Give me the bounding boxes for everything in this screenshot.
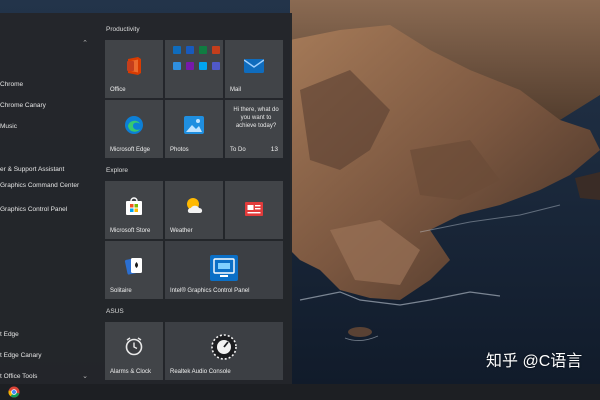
group-header-productivity[interactable]: Productivity	[106, 25, 140, 34]
weather-icon	[187, 198, 203, 213]
office-icon	[127, 57, 141, 75]
word-icon	[186, 46, 194, 54]
tile-realtek-audio-console[interactable]: Realtek Audio Console	[165, 322, 283, 380]
app-list-item-chrome[interactable]: Chrome	[0, 78, 98, 92]
outlook-icon	[173, 46, 181, 54]
tile-label-intel-graphics: Intel® Graphics Control Panel	[170, 288, 250, 294]
app-list-item-chrome-canary[interactable]: Chrome Canary	[0, 99, 98, 113]
tile-label-microsoft-store: Microsoft Store	[110, 228, 151, 234]
tile-news[interactable]	[225, 181, 283, 239]
tile-label-solitaire: Solitaire	[110, 288, 132, 294]
teams-icon	[212, 62, 220, 70]
app-list-item-music[interactable]: Music	[0, 120, 98, 134]
tile-label-mail: Mail	[230, 87, 242, 93]
tile-alarms-clock[interactable]: Alarms & Clock	[105, 322, 163, 380]
tile-weather[interactable]: Weather	[165, 181, 223, 239]
start-menu: ⌃ Chrome Chrome Canary Music er & Suppor…	[0, 13, 292, 384]
tile-office-apps[interactable]	[165, 40, 223, 98]
tile-label-photos: Photos	[170, 147, 189, 153]
app-list-item-collapse[interactable]: ⌃	[0, 37, 98, 51]
chevron-up-icon: ⌃	[82, 40, 88, 47]
excel-icon	[199, 46, 207, 54]
taskbar	[0, 384, 600, 400]
edge-icon	[125, 116, 143, 134]
app-list-item-graphics-control-panel[interactable]: Graphics Control Panel	[0, 203, 98, 217]
tile-office[interactable]: Office	[105, 40, 163, 98]
app-list-item-graphics-command-center[interactable]: Graphics Command Center	[0, 179, 98, 193]
tile-to-do[interactable]: Hi there, what do you want to achieve to…	[225, 100, 283, 158]
tile-label-office: Office	[110, 87, 126, 93]
watermark: 知乎 @C语言	[486, 353, 583, 370]
photos-icon	[184, 116, 204, 134]
app-list: ⌃ Chrome Chrome Canary Music er & Suppor…	[0, 13, 98, 384]
mail-icon	[244, 59, 264, 73]
tile-microsoft-store[interactable]: Microsoft Store	[105, 181, 163, 239]
app-list-item-edge-canary[interactable]: t Edge Canary	[0, 349, 98, 363]
intel-graphics-icon	[210, 255, 238, 281]
tile-label-microsoft-edge: Microsoft Edge	[110, 147, 151, 153]
realtek-audio-icon	[211, 334, 237, 360]
tile-label-to-do: To Do	[230, 147, 246, 153]
chrome-icon[interactable]	[8, 386, 20, 398]
alarm-clock-icon	[125, 337, 143, 356]
app-list-item-edge[interactable]: t Edge	[0, 328, 98, 342]
todo-count-badge: 13	[270, 146, 278, 153]
tile-mail[interactable]: Mail	[225, 40, 283, 98]
todo-message: Hi there, what do you want to achieve to…	[233, 107, 279, 129]
group-header-asus[interactable]: ASUS	[106, 307, 124, 316]
app-list-item-office-tools[interactable]: t Office Tools ⌄	[0, 370, 98, 384]
powerpoint-icon	[212, 46, 220, 54]
tile-solitaire[interactable]: Solitaire	[105, 241, 163, 299]
tile-intel-graphics-control-panel[interactable]: Intel® Graphics Control Panel	[165, 241, 283, 299]
tile-microsoft-edge[interactable]: Microsoft Edge	[105, 100, 163, 158]
tile-label-alarms-clock: Alarms & Clock	[110, 369, 152, 375]
tile-label-realtek-audio: Realtek Audio Console	[170, 369, 231, 375]
store-icon	[126, 197, 142, 215]
news-icon	[245, 202, 263, 216]
group-header-explore[interactable]: Explore	[106, 166, 128, 175]
tile-label-weather: Weather	[170, 228, 193, 234]
skype-icon	[199, 62, 207, 70]
tile-photos[interactable]: Photos	[165, 100, 223, 158]
solitaire-icon	[124, 258, 142, 275]
chevron-down-icon: ⌄	[82, 373, 88, 380]
app-list-item-support-assistant[interactable]: er & Support Assistant	[0, 163, 98, 177]
onedrive-icon	[173, 62, 181, 70]
onenote-icon	[186, 62, 194, 70]
